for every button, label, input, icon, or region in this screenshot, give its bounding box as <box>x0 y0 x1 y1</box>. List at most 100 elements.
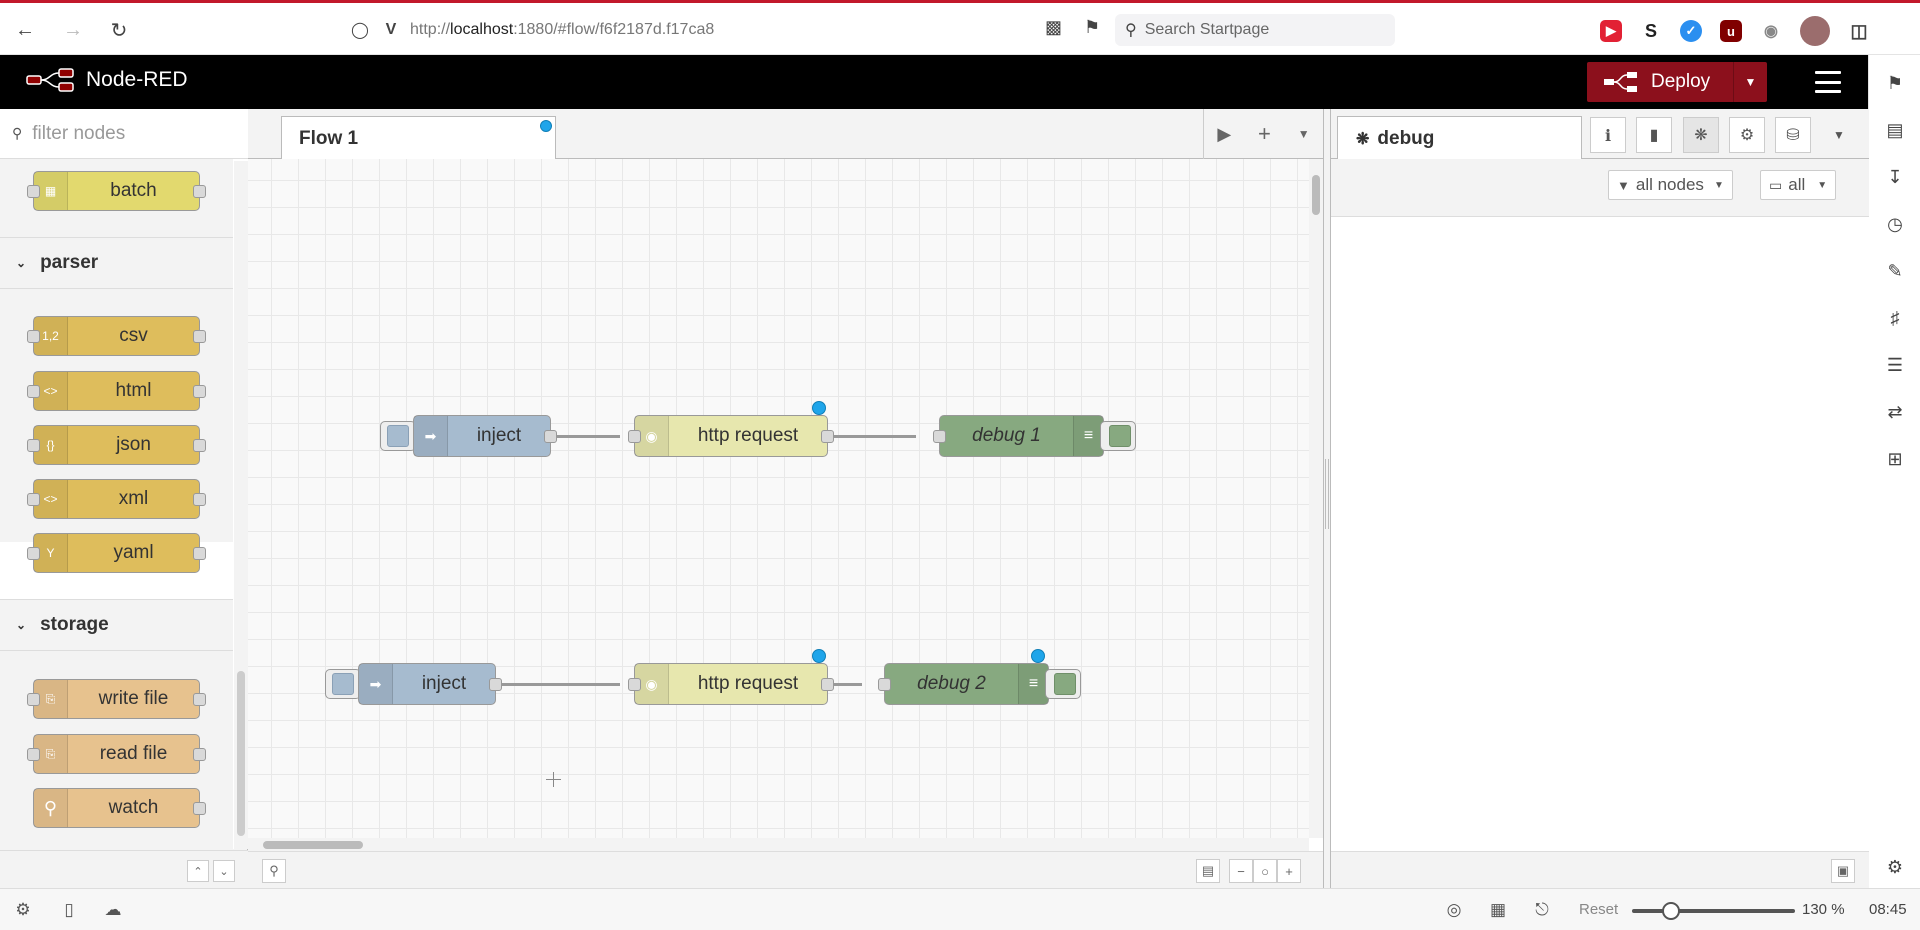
deploy-options-icon[interactable]: ▼ <box>1733 62 1767 102</box>
navigator-map-icon[interactable]: ▤ <box>1196 859 1220 883</box>
history-icon[interactable]: ◷ <box>1883 212 1907 236</box>
shield-icon[interactable]: ◯ <box>347 17 373 43</box>
deploy-main[interactable]: Deploy <box>1587 62 1733 102</box>
cloud-icon[interactable]: ☁ <box>102 899 124 921</box>
back-icon[interactable]: ← <box>12 17 38 43</box>
zoom-in-icon[interactable]: + <box>1277 859 1301 883</box>
node-http-request-1[interactable]: ◉ http request <box>628 415 834 457</box>
palette-node-csv[interactable]: 1,2 csv <box>27 316 206 356</box>
input-port[interactable] <box>628 678 641 691</box>
wire[interactable] <box>498 683 620 686</box>
debug-bug-icon[interactable]: ❋ <box>1683 117 1719 153</box>
node-http-request-2[interactable]: ◉ http request <box>628 663 834 705</box>
debug-toggle-button[interactable] <box>1045 669 1081 699</box>
notes-icon[interactable]: ✎ <box>1883 259 1907 283</box>
category-storage[interactable]: ⌄ storage <box>0 599 233 651</box>
qr-code-icon[interactable]: ▩ <box>1045 17 1062 38</box>
node-debug-1[interactable]: debug 1 ≡ <box>933 415 1104 457</box>
tab-debug[interactable]: ❋ debug <box>1337 116 1582 160</box>
palette-node-html[interactable]: <> html <box>27 371 206 411</box>
tiling-icon[interactable]: ▦ <box>1487 899 1509 921</box>
inject-trigger-button[interactable] <box>380 421 416 451</box>
node-inject-2[interactable]: ➡ inject <box>358 663 502 705</box>
flow-canvas[interactable]: ➡ inject ◉ http request debug 1 ≡ ➡ inje… <box>248 159 1309 838</box>
wire[interactable] <box>828 435 916 438</box>
canvas-vertical-scrollbar[interactable] <box>1309 159 1323 838</box>
zoom-reset-button[interactable]: Reset <box>1579 901 1618 918</box>
search-flows-icon[interactable]: ⚲ <box>262 859 286 883</box>
category-parser[interactable]: ⌄ parser <box>0 237 233 289</box>
config-gear-icon[interactable]: ⚙ <box>1729 117 1765 153</box>
main-menu-icon[interactable] <box>1815 71 1841 93</box>
scrollbar-thumb[interactable] <box>1312 175 1320 215</box>
node-inject-1[interactable]: ➡ inject <box>413 415 557 457</box>
input-port[interactable] <box>878 678 891 691</box>
tile-tabs-icon[interactable]: ▯ <box>58 899 80 921</box>
input-port[interactable] <box>933 430 946 443</box>
node-debug-2[interactable]: debug 2 ≡ <box>878 663 1049 705</box>
tab-flow-1[interactable]: Flow 1 <box>281 116 556 160</box>
collapse-all-icon[interactable]: ⌃ <box>187 860 209 882</box>
zoom-slider-knob[interactable] <box>1662 902 1680 920</box>
palette-scrollbar[interactable] <box>234 161 248 849</box>
scroll-right-icon[interactable]: ▶ <box>1217 124 1231 145</box>
settings-gear-icon[interactable]: ⚙ <box>1883 855 1907 879</box>
output-port[interactable] <box>821 430 834 443</box>
mail-icon[interactable]: ☰ <box>1883 353 1907 377</box>
sidebar-toggle-icon[interactable]: ◫ <box>1848 20 1870 42</box>
zoom-out-icon[interactable]: − <box>1229 859 1253 883</box>
palette-scroll-area[interactable]: ▦ batch ⌄ parser 1,2 csv <> html {} json <box>0 159 248 849</box>
context-database-icon[interactable]: ⛁ <box>1775 117 1811 153</box>
scrollbar-thumb[interactable] <box>263 841 363 849</box>
check-extension-icon[interactable]: ✓ <box>1680 20 1702 42</box>
panel-settings-icon[interactable]: ⚙ <box>12 899 34 921</box>
open-debug-window-icon[interactable]: ▣ <box>1831 859 1855 883</box>
output-port[interactable] <box>821 678 834 691</box>
add-flow-icon[interactable]: + <box>1258 121 1271 147</box>
capture-icon[interactable]: ◎ <box>1443 899 1465 921</box>
forward-icon[interactable]: → <box>60 17 86 43</box>
debug-messages-area[interactable] <box>1331 217 1869 851</box>
sidebar-menu-chevron-icon[interactable]: ▼ <box>1821 117 1857 153</box>
downloads-icon[interactable]: ↧ <box>1883 165 1907 189</box>
s-extension-icon[interactable]: S <box>1640 20 1662 42</box>
input-port[interactable] <box>628 430 641 443</box>
camera-icon[interactable]: ◉ <box>1760 20 1782 42</box>
zoom-slider[interactable] <box>1632 902 1795 920</box>
help-book-icon[interactable]: ▮ <box>1636 117 1672 153</box>
output-port[interactable] <box>489 678 502 691</box>
list-flows-icon[interactable]: ▼ <box>1298 127 1310 141</box>
reading-list-icon[interactable]: ▤ <box>1883 118 1907 142</box>
add-panel-icon[interactable]: ⊞ <box>1883 447 1907 471</box>
deploy-button[interactable]: Deploy ▼ <box>1587 62 1767 102</box>
reload-icon[interactable]: ↻ <box>106 17 132 43</box>
palette-node-xml[interactable]: <> xml <box>27 479 206 519</box>
palette-node-batch[interactable]: ▦ batch <box>27 171 206 211</box>
page-actions-icon[interactable]: ⎋ <box>1531 899 1553 921</box>
palette-filter[interactable]: ⚲ filter nodes <box>0 109 248 159</box>
palette-node-json[interactable]: {} json <box>27 425 206 465</box>
output-port[interactable] <box>544 430 557 443</box>
info-icon[interactable]: i <box>1590 117 1626 153</box>
bookmark-icon[interactable]: ⚑ <box>1084 17 1100 38</box>
inject-trigger-button[interactable] <box>325 669 361 699</box>
youtube-extension-icon[interactable]: ▶ <box>1600 20 1622 42</box>
wire[interactable] <box>554 435 620 438</box>
bookmarks-icon[interactable]: ⚑ <box>1883 71 1907 95</box>
sidebar-separator[interactable] <box>1323 109 1330 888</box>
expand-all-icon[interactable]: ⌄ <box>213 860 235 882</box>
profile-avatar[interactable] <box>1800 16 1830 46</box>
scrollbar-thumb[interactable] <box>237 671 245 836</box>
palette-node-write-file[interactable]: ⎘ write file <box>27 679 206 719</box>
debug-toggle-button[interactable] <box>1100 421 1136 451</box>
ublock-icon[interactable]: u <box>1720 20 1742 42</box>
canvas-horizontal-scrollbar[interactable] <box>248 838 1309 851</box>
palette-node-yaml[interactable]: Y yaml <box>27 533 206 573</box>
search-field[interactable]: ⚲ Search Startpage <box>1115 14 1395 46</box>
clear-messages-dropdown[interactable]: ▭ all ▼ <box>1760 170 1837 200</box>
zoom-reset-icon[interactable]: ○ <box>1253 859 1277 883</box>
translate-icon[interactable]: ♯ <box>1883 306 1907 330</box>
separator-grip[interactable] <box>1325 459 1329 529</box>
palette-node-watch[interactable]: ⚲ watch <box>33 788 206 828</box>
filter-nodes-dropdown[interactable]: ▼ all nodes ▼ <box>1608 170 1733 200</box>
